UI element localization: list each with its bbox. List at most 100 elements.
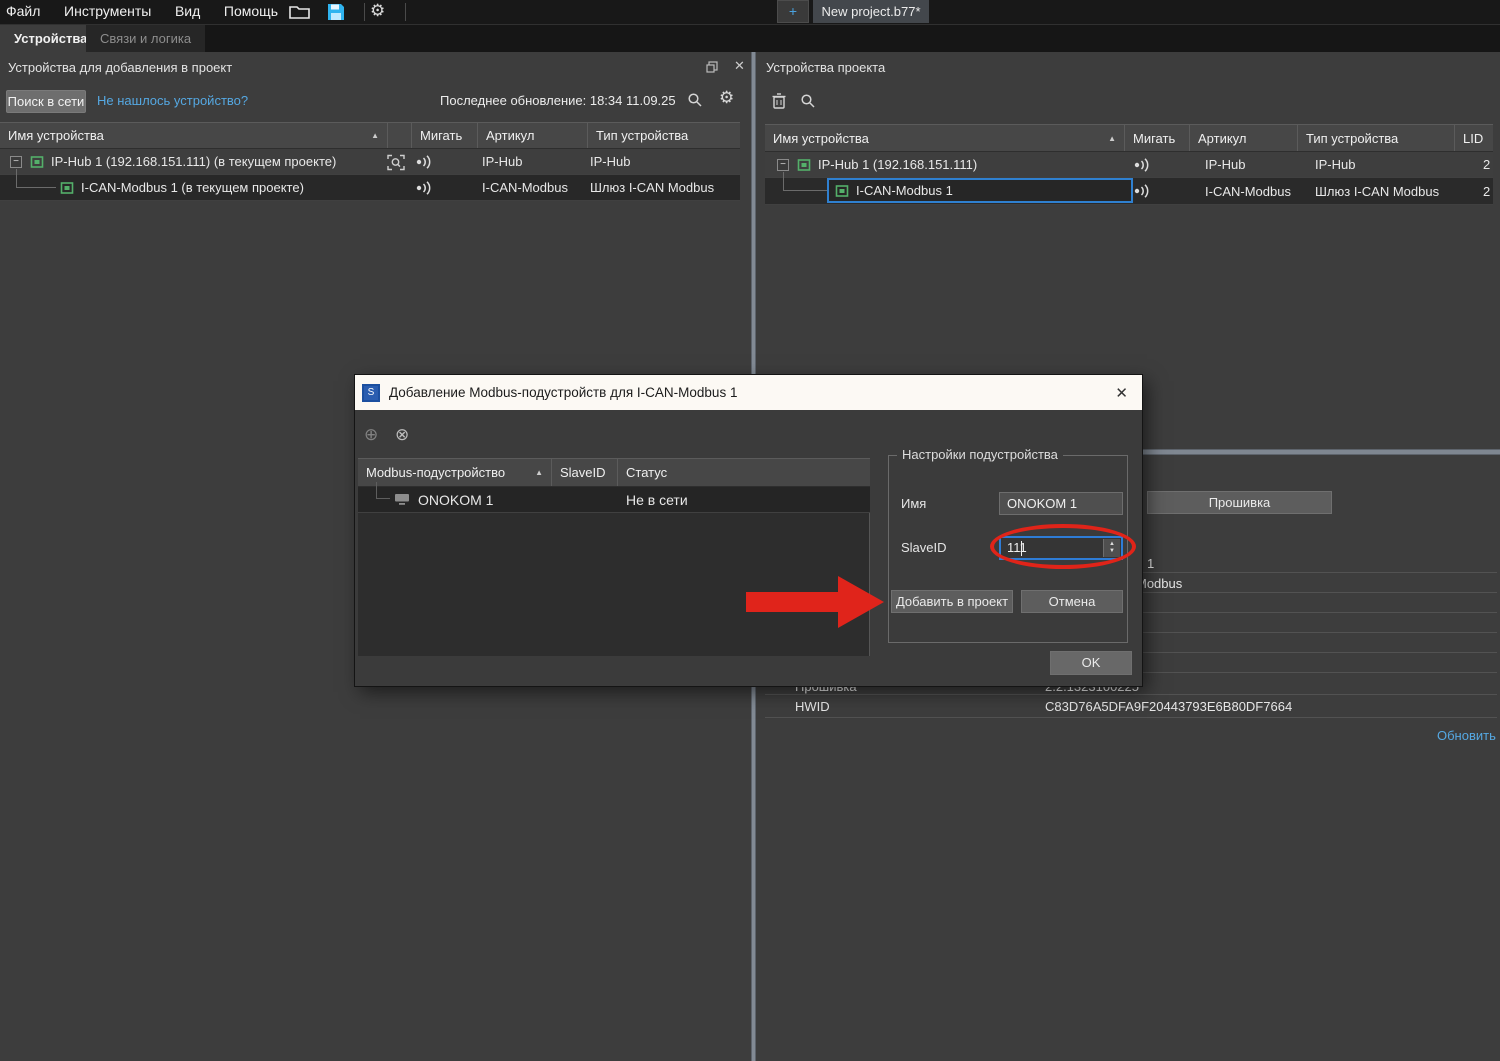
right-panel-title: Устройства проекта [766, 60, 885, 75]
sort-asc-icon: ▲ [1108, 134, 1116, 143]
device-name: I-CAN-Modbus 1 (в текущем проекте) [81, 180, 304, 195]
col-blink[interactable]: Мигать [1125, 125, 1190, 151]
collapse-icon[interactable]: − [777, 159, 789, 171]
trash-icon[interactable] [772, 93, 786, 109]
add-subdevice-icon[interactable]: ⊕ [364, 427, 378, 443]
tree-branch-line [783, 172, 827, 191]
table-row-selected[interactable]: I-CAN-Modbus 1 I-CAN-Modbus Шлюз I-CAN M… [765, 178, 1493, 205]
menu-bar: Файл Инструменты Вид Помощь ⚙ + New proj… [0, 0, 1500, 24]
remove-subdevice-icon[interactable]: ⊗ [395, 427, 409, 443]
left-panel-title: Устройства для добавления в проект [8, 60, 232, 75]
table-row[interactable]: − IP-Hub 1 (192.168.151.111) IP-Hub IP-H… [765, 152, 1493, 178]
device-article: IP-Hub [1205, 157, 1245, 172]
menu-file[interactable]: Файл [0, 0, 50, 22]
tree-branch-line [376, 482, 390, 499]
device-type: Шлюз I-CAN Modbus [590, 180, 714, 195]
tab-links-logic[interactable]: Связи и логика [86, 25, 205, 53]
device-name: I-CAN-Modbus 1 [856, 183, 953, 198]
device-lid: 2 [1483, 184, 1490, 199]
col-name[interactable]: Имя устройства▲ [765, 125, 1125, 151]
device-type: IP-Hub [590, 154, 630, 169]
settings-legend: Настройки подустройства [897, 447, 1063, 462]
dialog-table-header: Modbus-подустройство▲ SlaveID Статус [358, 458, 870, 487]
hwid-value: C83D76A5DFA9F20443793E6B80DF7664 [1045, 699, 1292, 714]
sort-asc-icon: ▲ [371, 131, 379, 140]
blink-icon[interactable] [1133, 184, 1153, 198]
float-panel-icon[interactable] [706, 61, 718, 73]
col-article[interactable]: Артикул [1190, 125, 1298, 151]
slaveid-label: SlaveID [901, 540, 947, 555]
right-table-header: Имя устройства▲ Мигать Артикул Тип устро… [765, 124, 1493, 152]
device-not-found-link[interactable]: Не нашлось устройство? [97, 93, 248, 108]
left-table-header: Имя устройства▲ Мигать Артикул Тип устро… [0, 122, 740, 149]
device-icon [60, 181, 74, 195]
open-folder-icon[interactable] [289, 4, 311, 20]
add-to-project-button[interactable]: Добавить в проект [891, 590, 1013, 613]
subdevice-icon [394, 493, 410, 506]
col-article[interactable]: Артикул [478, 123, 588, 148]
blink-icon[interactable] [1133, 158, 1153, 172]
table-row[interactable]: I-CAN-Modbus 1 (в текущем проекте) I-CAN… [0, 175, 740, 201]
col-status[interactable]: Статус [618, 459, 870, 486]
table-row[interactable]: − IP-Hub 1 (192.168.151.111) (в текущем … [0, 149, 740, 175]
dialog-table-row[interactable]: ONOKOM 1 Не в сети [358, 487, 870, 513]
device-type: IP-Hub [1315, 157, 1355, 172]
device-icon [30, 155, 44, 169]
subdevice-status: Не в сети [626, 492, 688, 508]
locate-device-icon[interactable] [387, 154, 405, 171]
collapse-icon[interactable]: − [10, 156, 22, 168]
hwid-label: HWID [795, 699, 830, 714]
device-article: I-CAN-Modbus [482, 180, 568, 195]
device-name: IP-Hub 1 (192.168.151.111) (в текущем пр… [51, 154, 336, 169]
device-name: IP-Hub 1 (192.168.151.111) [818, 157, 977, 172]
detail-fragment: Modbus [1136, 576, 1182, 591]
device-article: IP-Hub [482, 154, 522, 169]
menu-separator [364, 3, 365, 21]
name-field[interactable]: ONOKOM 1 [999, 492, 1123, 515]
device-icon [797, 158, 811, 172]
search-icon[interactable] [687, 92, 703, 108]
main-tab-bar: Устройства Связи и логика [0, 24, 1500, 52]
menu-tools[interactable]: Инструменты [54, 0, 161, 22]
dialog-title: Добавление Modbus-подустройств для I-CAN… [389, 385, 737, 400]
subdevice-name: ONOKOM 1 [418, 492, 493, 508]
search-network-button[interactable]: Поиск в сети [6, 90, 86, 113]
col-slaveid[interactable]: SlaveID [552, 459, 618, 486]
settings-gear-icon[interactable]: ⚙ [370, 3, 385, 19]
last-update-label: Последнее обновление: 18:34 11.09.25 [440, 93, 676, 108]
panel-gear-icon[interactable]: ⚙ [719, 90, 734, 106]
add-project-tab-button[interactable]: + [777, 0, 809, 23]
device-type: Шлюз I-CAN Modbus [1315, 184, 1439, 199]
red-arrow-annotation [740, 570, 890, 634]
name-label: Имя [901, 496, 926, 511]
dialog-titlebar[interactable]: S Добавление Modbus-подустройств для I-C… [355, 375, 1142, 410]
menu-separator [405, 3, 406, 21]
firmware-button[interactable]: Прошивка [1147, 491, 1332, 514]
project-tab[interactable]: New project.b77* [813, 0, 929, 23]
cancel-button[interactable]: Отмена [1021, 590, 1123, 613]
dialog-app-icon: S [362, 384, 380, 402]
close-panel-icon[interactable]: ✕ [734, 58, 745, 74]
save-icon[interactable] [327, 3, 345, 21]
device-lid: 2 [1483, 157, 1490, 172]
col-lid[interactable]: LID [1455, 125, 1493, 151]
menu-help[interactable]: Помощь [214, 0, 288, 22]
col-type[interactable]: Тип устройства [588, 123, 740, 148]
col-blink[interactable]: Мигать [412, 123, 478, 148]
blink-icon[interactable] [415, 155, 435, 169]
menu-view[interactable]: Вид [165, 0, 210, 22]
ok-button[interactable]: OK [1050, 651, 1132, 675]
dialog-close-icon[interactable]: ✕ [1115, 384, 1128, 402]
tree-branch-line [16, 169, 56, 188]
col-name[interactable]: Имя устройства▲ [0, 123, 388, 148]
refresh-link[interactable]: Обновить [1437, 728, 1496, 743]
device-article: I-CAN-Modbus [1205, 184, 1291, 199]
blink-icon[interactable] [415, 181, 435, 195]
detail-fragment: 1 [1147, 556, 1154, 571]
selected-name-cell[interactable]: I-CAN-Modbus 1 [827, 178, 1133, 203]
sort-asc-icon: ▲ [535, 468, 543, 477]
col-type[interactable]: Тип устройства [1298, 125, 1455, 151]
col-locate[interactable] [388, 123, 412, 148]
search-icon[interactable] [800, 93, 816, 109]
detail-row-hwid: HWID C83D76A5DFA9F20443793E6B80DF7664 [765, 695, 1497, 718]
